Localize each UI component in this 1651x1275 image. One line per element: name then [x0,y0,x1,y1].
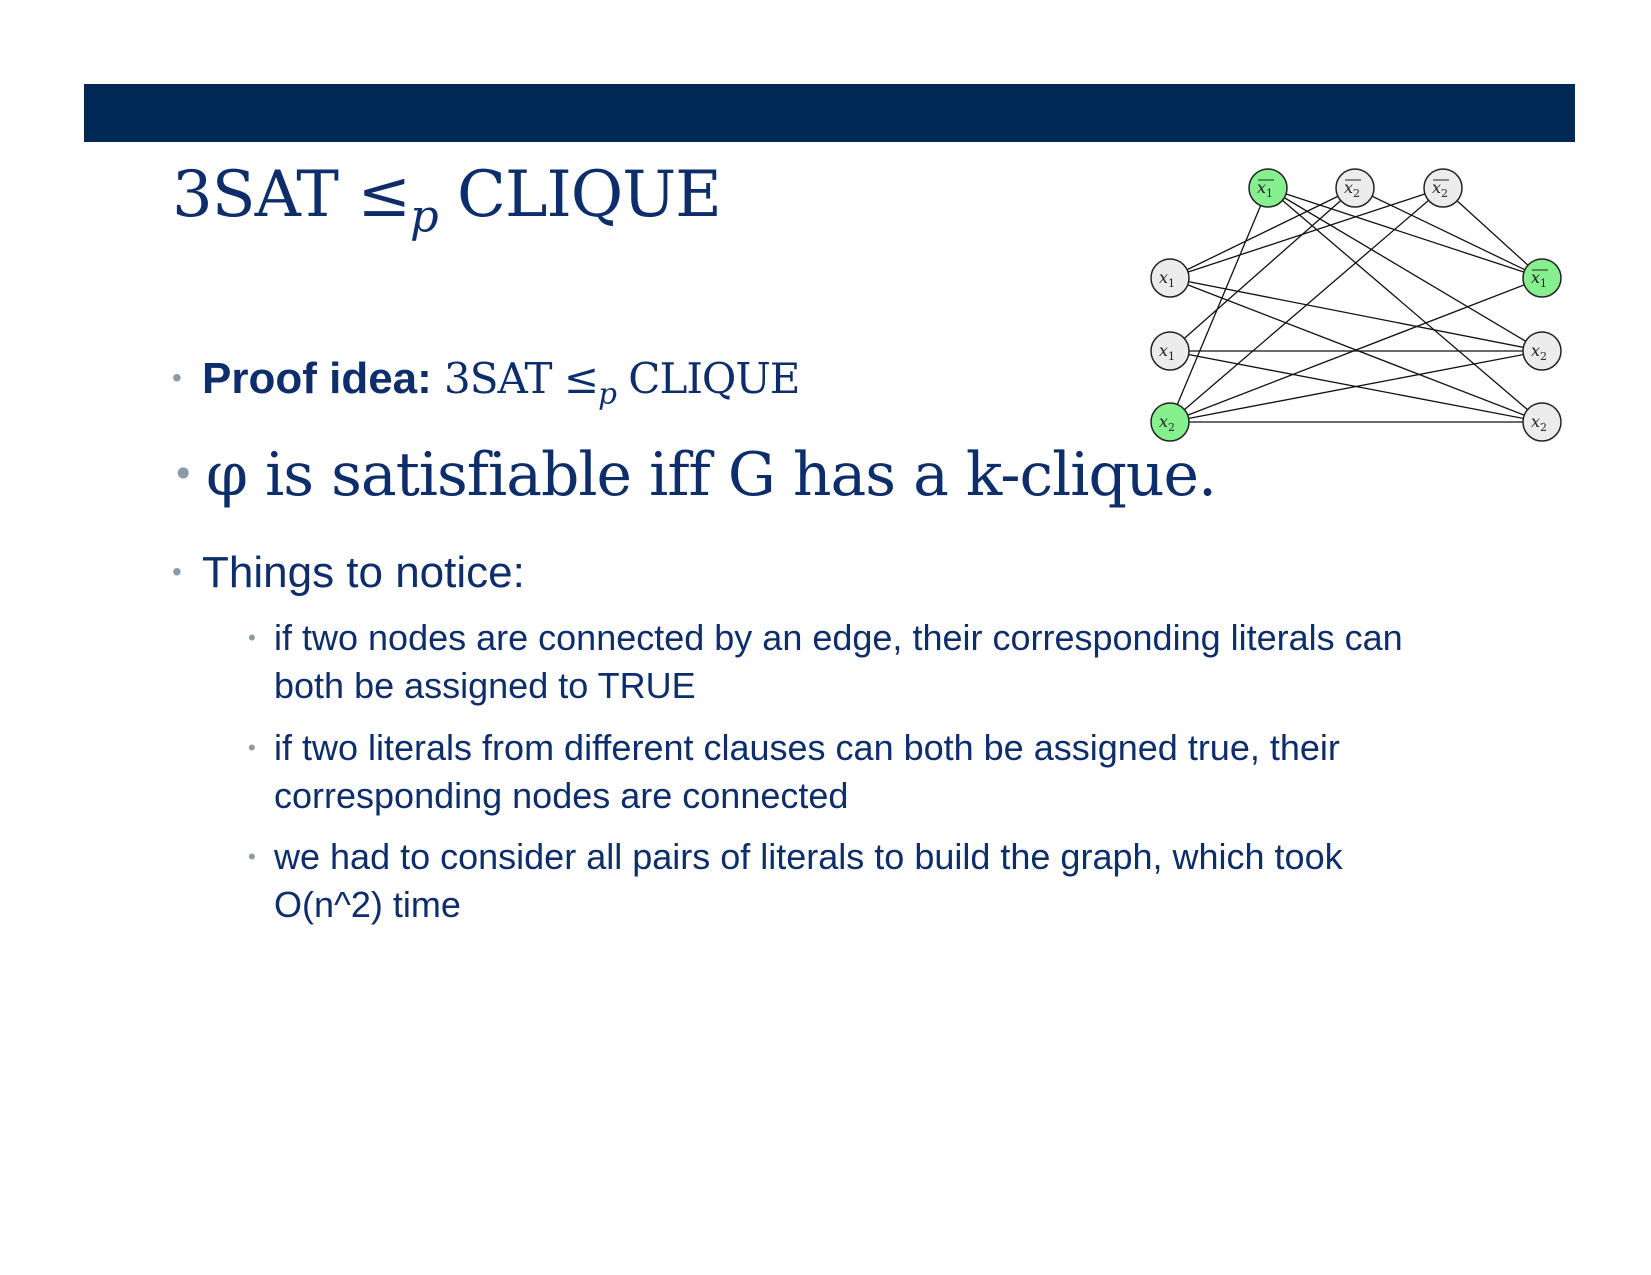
graph-node: x2 [1335,168,1375,208]
bullet-notice: • Things to notice: [172,548,525,598]
bullet-proof-idea: • Proof idea: 3SAT ≤p CLIQUE [172,354,800,411]
sub-bullet: • if two nodes are connected by an edge,… [248,614,1428,710]
graph-edge [1169,187,1269,423]
graph-node: x1 [1150,331,1190,371]
graph-node: x2 [1522,402,1562,442]
sub-bullet-text: if two nodes are connected by an edge, t… [274,617,1403,706]
clique-graph-diagram: x1 x2 x2 x1 x1 x2 x1 x2 x2 [1150,168,1562,442]
graph-node: x2 [1522,331,1562,371]
bullet-marker: • [172,452,194,496]
bullet-marker: • [248,625,256,650]
proof-math: 3SAT ≤p CLIQUE [444,354,800,411]
graph-node: x2 [1423,168,1463,208]
statement-text: φ is satisfiable iff G has a k-clique. [206,440,1217,510]
bullet-marker: • [248,735,256,760]
notice-text: Things to notice: [202,548,525,597]
sub-bullet-text: if two literals from different clauses c… [274,727,1340,816]
graph-node: x1 [1248,168,1288,208]
bullet-marker: • [172,362,182,393]
graph-edge [1267,187,1543,279]
graph-node: x1 [1522,258,1562,298]
graph-node: x2 [1150,402,1190,442]
slide-title: 3SAT ≤p CLIQUE [172,158,722,243]
sub-bullet: • we had to consider all pairs of litera… [248,833,1428,929]
header-bar [84,84,1575,142]
sub-bullet-text: we had to consider all pairs of literals… [274,836,1343,925]
bullet-marker: • [248,844,256,869]
proof-label: Proof idea: [202,354,432,403]
bullet-marker: • [172,556,182,587]
graph-node: x1 [1150,258,1190,298]
graph-edge [1169,187,1444,279]
graph-edge [1442,187,1543,279]
graph-edge [1169,277,1543,352]
sub-bullet: • if two literals from different clauses… [248,724,1428,820]
bullet-statement: • φ is satisfiable iff G has a k-clique. [172,440,1217,510]
